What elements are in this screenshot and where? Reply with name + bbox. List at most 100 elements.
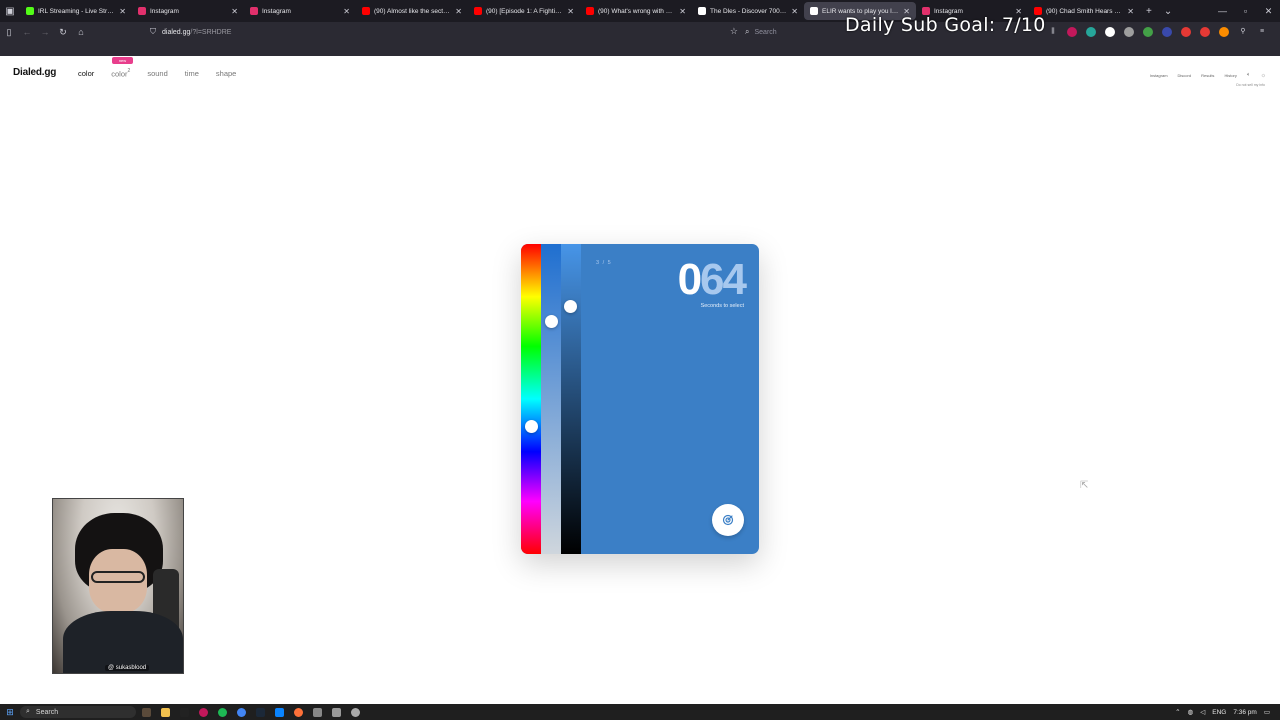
extension-icon[interactable]: [1219, 27, 1229, 37]
site-logo[interactable]: Dialed.gg: [13, 67, 56, 78]
link-results[interactable]: Results: [1201, 73, 1214, 78]
nav-sound[interactable]: sound: [147, 69, 167, 79]
extension-icon[interactable]: [1086, 27, 1096, 37]
taskbar-apps: [142, 707, 360, 717]
round-counter: 3 / 5: [596, 260, 612, 266]
browser-tab[interactable]: (90) What's wrong with my nam ✕: [580, 0, 692, 22]
browser-tab[interactable]: Instagram ✕: [132, 0, 244, 22]
obs-icon[interactable]: [351, 707, 360, 717]
sub-goal-overlay: Daily Sub Goal: 7/10: [845, 14, 1046, 36]
browser-tab[interactable]: The Dles - Discover 700+ Free ✕: [692, 0, 804, 22]
menu-icon[interactable]: ≡: [1257, 27, 1267, 37]
tab-title: Instagram: [150, 7, 179, 15]
nav-shape[interactable]: shape: [216, 69, 236, 79]
notifications-icon[interactable]: ▭: [1264, 708, 1270, 716]
link-history[interactable]: History: [1224, 73, 1236, 78]
theme-toggle-icon[interactable]: ☼: [1261, 73, 1267, 79]
steam-icon[interactable]: [256, 707, 265, 717]
tab-close-icon[interactable]: ✕: [119, 7, 126, 16]
site-nav: color color2 sound time shape: [78, 68, 253, 79]
maximize-icon[interactable]: ▫: [1234, 0, 1257, 22]
extension-icon[interactable]: [1162, 27, 1172, 37]
brightness-slider[interactable]: [561, 244, 581, 554]
firefox-icon[interactable]: [294, 707, 303, 717]
window-menu-icon[interactable]: ▣: [0, 0, 20, 22]
nav-time[interactable]: time: [185, 69, 199, 79]
saturation-slider-handle[interactable]: [545, 315, 558, 328]
browser-tab[interactable]: (90) Almost like the sect leader ✕: [356, 0, 468, 22]
tray-chevron-icon[interactable]: ⌃: [1175, 708, 1180, 716]
link-discord[interactable]: Discord: [1178, 73, 1192, 78]
sidebar-toggle-icon[interactable]: ▯: [0, 22, 18, 42]
nav-color2-label: color: [111, 69, 128, 79]
extension-icon[interactable]: [1200, 27, 1210, 37]
forward-icon[interactable]: →: [36, 22, 54, 42]
app-icon[interactable]: [313, 707, 322, 717]
taskbar-search[interactable]: ⌕ Search: [20, 706, 136, 718]
tab-list-icon[interactable]: ⌄: [1164, 6, 1172, 17]
browser-tab[interactable]: (90) [Episode 1: A Fighting Cha ✕: [468, 0, 580, 22]
browser-tab[interactable]: Instagram ✕: [244, 0, 356, 22]
windows-start-icon[interactable]: ⊞: [0, 707, 20, 718]
tab-tools: + ⌄: [1146, 6, 1172, 17]
app-icon[interactable]: [275, 707, 284, 717]
network-icon[interactable]: ◍: [1188, 708, 1194, 716]
hue-slider-handle[interactable]: [525, 420, 538, 433]
tab-close-icon[interactable]: ✕: [679, 7, 686, 16]
submit-button[interactable]: [712, 504, 744, 536]
app-icon[interactable]: [332, 707, 341, 717]
saturation-slider[interactable]: [541, 244, 561, 554]
chrome-icon[interactable]: [237, 707, 246, 717]
new-badge: new: [112, 57, 133, 64]
library-icon[interactable]: ⫼: [1048, 27, 1058, 37]
tab-favicon-icon: [698, 7, 706, 15]
tab-title: (90) Almost like the sect leader: [374, 7, 451, 15]
tab-close-icon[interactable]: ✕: [231, 7, 238, 16]
sound-icon[interactable]: 🔈︎: [1247, 72, 1251, 79]
nav-color2-sup: 2: [127, 68, 131, 74]
tab-close-icon[interactable]: ✕: [1127, 7, 1134, 16]
nav-color2[interactable]: color2: [111, 68, 131, 79]
spotify-icon[interactable]: [218, 707, 227, 717]
tab-close-icon[interactable]: ✕: [455, 7, 462, 16]
app-icon[interactable]: [180, 707, 189, 717]
reload-icon[interactable]: ↻: [54, 22, 72, 42]
tab-close-icon[interactable]: ✕: [791, 7, 798, 16]
bookmark-star-icon[interactable]: ☆: [730, 26, 738, 37]
tab-title: IRL Streaming - Live Streams o: [38, 7, 115, 15]
nav-color[interactable]: color: [78, 69, 94, 79]
link-instagram[interactable]: Instagram: [1150, 73, 1168, 78]
extension-icon[interactable]: [1181, 27, 1191, 37]
clock[interactable]: 7:36 pm: [1233, 709, 1257, 716]
timer-digits: 64: [700, 255, 747, 304]
tab-favicon-icon: [474, 7, 482, 15]
extension-icon[interactable]: [1105, 27, 1115, 37]
tab-close-icon[interactable]: ✕: [567, 7, 574, 16]
brightness-slider-handle[interactable]: [564, 300, 577, 313]
search-placeholder: Search: [754, 28, 777, 36]
back-icon[interactable]: ←: [18, 22, 36, 42]
volume-icon[interactable]: ◁: [1200, 708, 1205, 716]
webcam-overlay: @ sukasblood: [52, 498, 184, 674]
app-icon[interactable]: [199, 707, 208, 717]
file-explorer-icon[interactable]: [161, 707, 170, 717]
extension-icon[interactable]: [1067, 27, 1077, 37]
extension-icon[interactable]: [1124, 27, 1134, 37]
close-window-icon[interactable]: ✕: [1257, 0, 1280, 22]
home-icon[interactable]: ⌂: [72, 22, 90, 42]
extensions-puzzle-icon[interactable]: ⚲: [1238, 27, 1248, 37]
app-icon[interactable]: [142, 707, 151, 717]
browser-tab[interactable]: IRL Streaming - Live Streams o ✕: [20, 0, 132, 22]
tab-favicon-icon: [810, 7, 818, 15]
new-tab-icon[interactable]: +: [1146, 6, 1152, 17]
tab-favicon-icon: [586, 7, 594, 15]
hue-slider[interactable]: [521, 244, 541, 554]
timer-label: Seconds to select: [700, 303, 744, 309]
address-bar[interactable]: ⛉ dialed.gg/?l=SRHDRE ☆: [150, 24, 740, 40]
language-indicator[interactable]: ENG: [1212, 709, 1226, 716]
tab-close-icon[interactable]: ✕: [343, 7, 350, 16]
minimize-icon[interactable]: —: [1211, 0, 1234, 22]
do-not-sell-link[interactable]: Do not sell my info: [1236, 83, 1265, 87]
extension-icon[interactable]: [1143, 27, 1153, 37]
tab-favicon-icon: [138, 7, 146, 15]
